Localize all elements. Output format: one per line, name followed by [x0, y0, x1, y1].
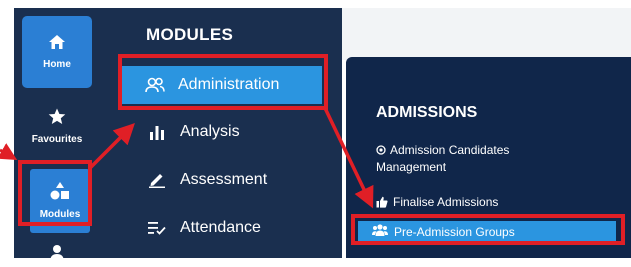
arrow-modules-to-administration: [88, 123, 135, 170]
arrow-into-modules: [0, 143, 18, 161]
arrow-administration-to-pre-admission: [323, 107, 374, 209]
annotation-arrows: [0, 107, 374, 209]
